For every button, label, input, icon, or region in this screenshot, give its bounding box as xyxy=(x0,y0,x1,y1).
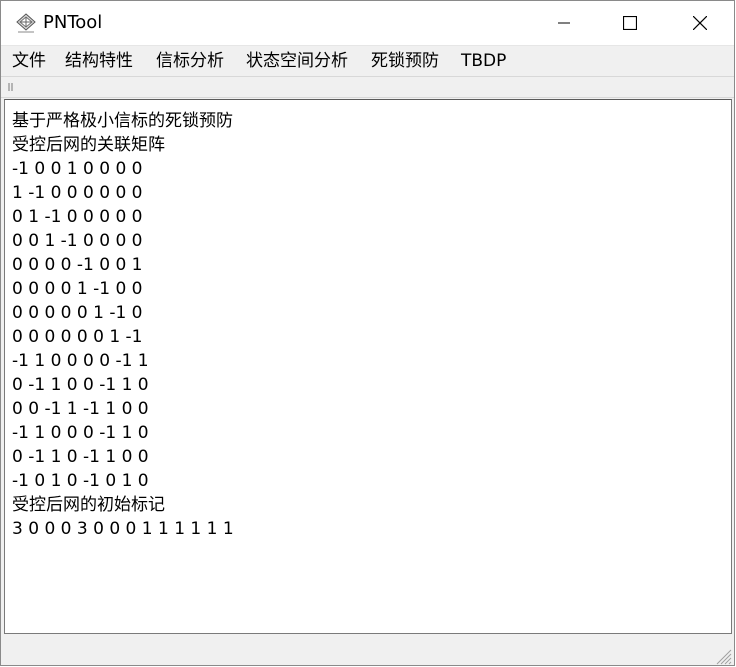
window-title: PNTool xyxy=(43,12,103,33)
resize-grip-icon[interactable] xyxy=(712,645,732,665)
minimize-icon xyxy=(558,22,570,24)
output-text: 基于严格极小信标的死锁预防 受控后网的关联矩阵 -1 0 0 1 0 0 0 0… xyxy=(12,111,234,539)
status-bar xyxy=(1,635,734,665)
menu-item-file[interactable]: 文件 xyxy=(12,50,46,72)
app-window: PNTool 文件 结构特性 信标分析 状态空间分析 死锁预防 TBDP 基于严… xyxy=(0,0,735,666)
close-button[interactable] xyxy=(677,1,723,45)
menu-item-state-space[interactable]: 状态空间分析 xyxy=(246,50,348,72)
title-bar[interactable]: PNTool xyxy=(1,1,734,45)
menu-bar: 文件 结构特性 信标分析 状态空间分析 死锁预防 TBDP xyxy=(1,45,734,76)
pntool-app-icon xyxy=(16,13,36,33)
output-text-area[interactable]: 基于严格极小信标的死锁预防 受控后网的关联矩阵 -1 0 0 1 0 0 0 0… xyxy=(4,99,732,634)
menu-item-deadlock-prevention[interactable]: 死锁预防 xyxy=(371,50,439,72)
toolbar-grip-icon[interactable] xyxy=(7,82,15,92)
menu-item-tbdp[interactable]: TBDP xyxy=(461,50,506,72)
maximize-button[interactable] xyxy=(607,1,653,45)
menu-item-siphon-analysis[interactable]: 信标分析 xyxy=(156,50,224,72)
close-icon xyxy=(693,16,707,30)
minimize-button[interactable] xyxy=(541,1,587,45)
toolbar xyxy=(1,76,734,98)
menu-item-structure[interactable]: 结构特性 xyxy=(65,50,133,72)
maximize-icon xyxy=(623,16,637,30)
